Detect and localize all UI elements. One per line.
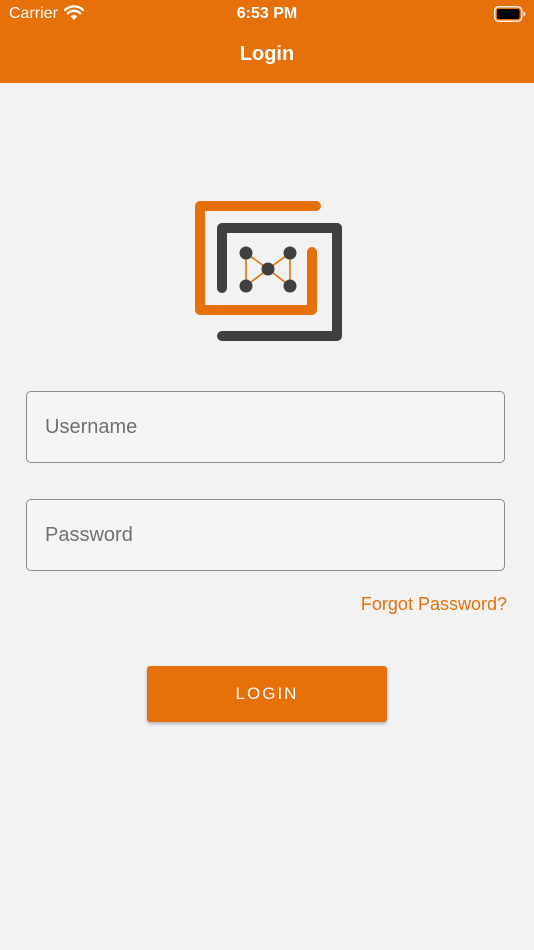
password-field[interactable] [26, 499, 505, 571]
password-input[interactable] [27, 500, 504, 570]
app-header: Carrier 6:53 PM Login [0, 0, 534, 83]
forgot-password-link[interactable]: Forgot Password? [361, 593, 507, 615]
username-input[interactable] [27, 392, 504, 462]
username-field[interactable] [26, 391, 505, 463]
app-logo [195, 201, 342, 341]
page-title: Login [239, 43, 295, 65]
status-time: 6:53 PM [236, 5, 298, 22]
login-button[interactable]: LOGIN [147, 666, 387, 722]
status-bar: Carrier 6:53 PM [0, 0, 534, 28]
battery-icon [494, 6, 526, 22]
